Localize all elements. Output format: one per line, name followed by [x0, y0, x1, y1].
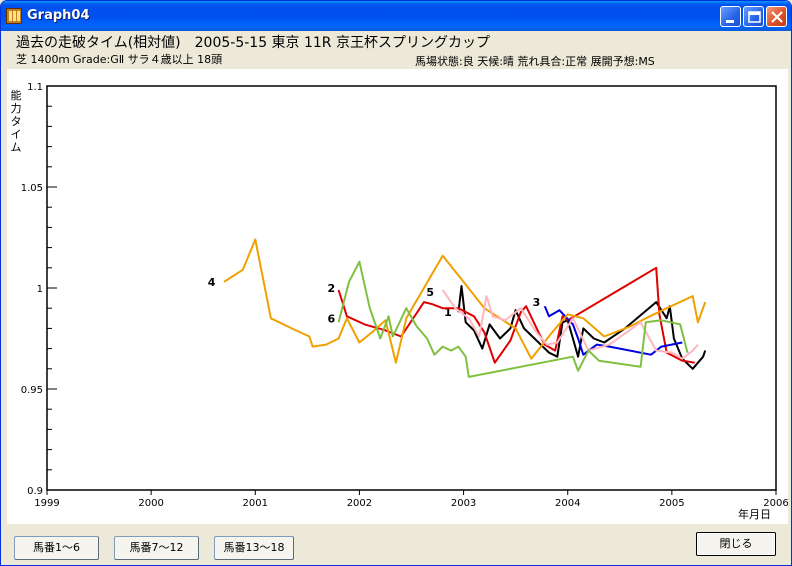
plot-frame	[46, 85, 777, 491]
minimize-button[interactable]	[720, 6, 741, 27]
y-axis-label-char: タ	[11, 115, 22, 128]
maximize-icon	[748, 11, 761, 23]
x-axis-label: 年月日	[738, 507, 771, 521]
y-tick-label: 0.9	[27, 486, 43, 497]
x-tick-label: 2004	[555, 498, 580, 509]
close-window-button[interactable]	[766, 6, 787, 27]
horses-7-12-button[interactable]: 馬番7～12	[114, 536, 199, 560]
y-tick-label: 1.1	[27, 82, 43, 93]
series-label-2: 2	[327, 282, 335, 295]
title-bar[interactable]: Graph04	[1, 1, 791, 31]
x-tick-label: 2000	[138, 498, 163, 509]
x-tick-label: 1999	[34, 498, 59, 509]
x-tick-label: 2006	[763, 498, 788, 509]
y-tick-label: 1	[37, 284, 43, 295]
app-icon	[6, 8, 22, 24]
line-chart: 能力タイム 年月日 1.1 1.05 1 0.95 0.9 1999 2000 2001 20…	[11, 82, 789, 521]
series-label-3: 3	[533, 296, 541, 309]
horses-1-6-label: 馬番1～6	[33, 541, 80, 554]
horses-1-6-button[interactable]: 馬番1～6	[14, 536, 99, 560]
x-axis: 1999 2000 2001 2002 2003 2004 2005 2006	[34, 490, 789, 509]
y-axis-label-char: ム	[11, 141, 22, 154]
race-conditions: 馬場状態:良 天候:晴 荒れ具合:正常 展開予想:MS	[415, 55, 655, 68]
close-button[interactable]: 閉じる	[696, 532, 776, 556]
x-tick-label: 2001	[243, 498, 268, 509]
minimize-icon	[726, 20, 734, 23]
race-title: 過去の走破タイム(相対値) 2005-5-15 東京 11R 京王杯スプリングカ…	[16, 35, 490, 51]
series-label-6: 6	[327, 312, 335, 325]
x-tick-label: 2005	[659, 498, 684, 509]
x-tick-label: 2003	[451, 498, 476, 509]
y-axis-label-char: イ	[11, 128, 22, 141]
y-tick-label: 0.95	[21, 385, 43, 396]
series-label-5: 5	[426, 286, 434, 299]
horses-13-18-label: 馬番13～18	[223, 541, 285, 554]
y-tick-label: 1.05	[21, 183, 43, 194]
close-label: 閉じる	[719, 537, 753, 550]
y-axis-label: 能力タイム	[11, 88, 22, 154]
window-title: Graph04	[27, 8, 90, 23]
maximize-button[interactable]	[743, 6, 764, 27]
y-axis-label-char: 力	[11, 102, 22, 115]
series-label-4: 4	[208, 276, 216, 289]
chart-area: 能力タイム 年月日 1.1 1.05 1 0.95 0.9 1999 2000 2001 20…	[7, 69, 789, 524]
graph-window: Graph04 過去の走破タイム(相対値) 2005-5-15 東京 11R 京…	[0, 0, 792, 566]
close-icon	[771, 11, 783, 23]
horses-7-12-label: 馬番7～12	[129, 541, 184, 554]
horses-13-18-button[interactable]: 馬番13～18	[214, 536, 294, 560]
y-axis-label-char: 能	[11, 88, 22, 102]
x-tick-label: 2002	[347, 498, 372, 509]
race-details: 芝 1400ｍ Grade:GⅡ サラ４歳以上 18頭	[16, 53, 223, 66]
